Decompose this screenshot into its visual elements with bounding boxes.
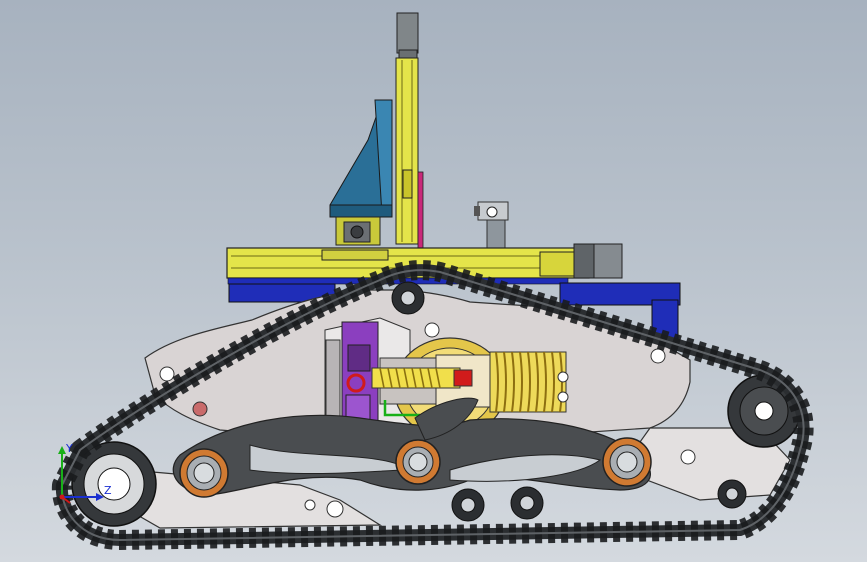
bearing-right (602, 437, 652, 487)
cad-viewport[interactable]: Y Z (0, 0, 867, 562)
bearing-center (395, 439, 441, 485)
blue-mount-block (329, 99, 393, 246)
cad-model-render: Y Z (51, 12, 814, 550)
compression-spring (489, 351, 569, 413)
bearing-left (179, 448, 229, 498)
triad-y-label: Y (65, 442, 73, 455)
linear-rail-vertical (395, 12, 424, 249)
triad-z-label: Z (104, 484, 112, 497)
